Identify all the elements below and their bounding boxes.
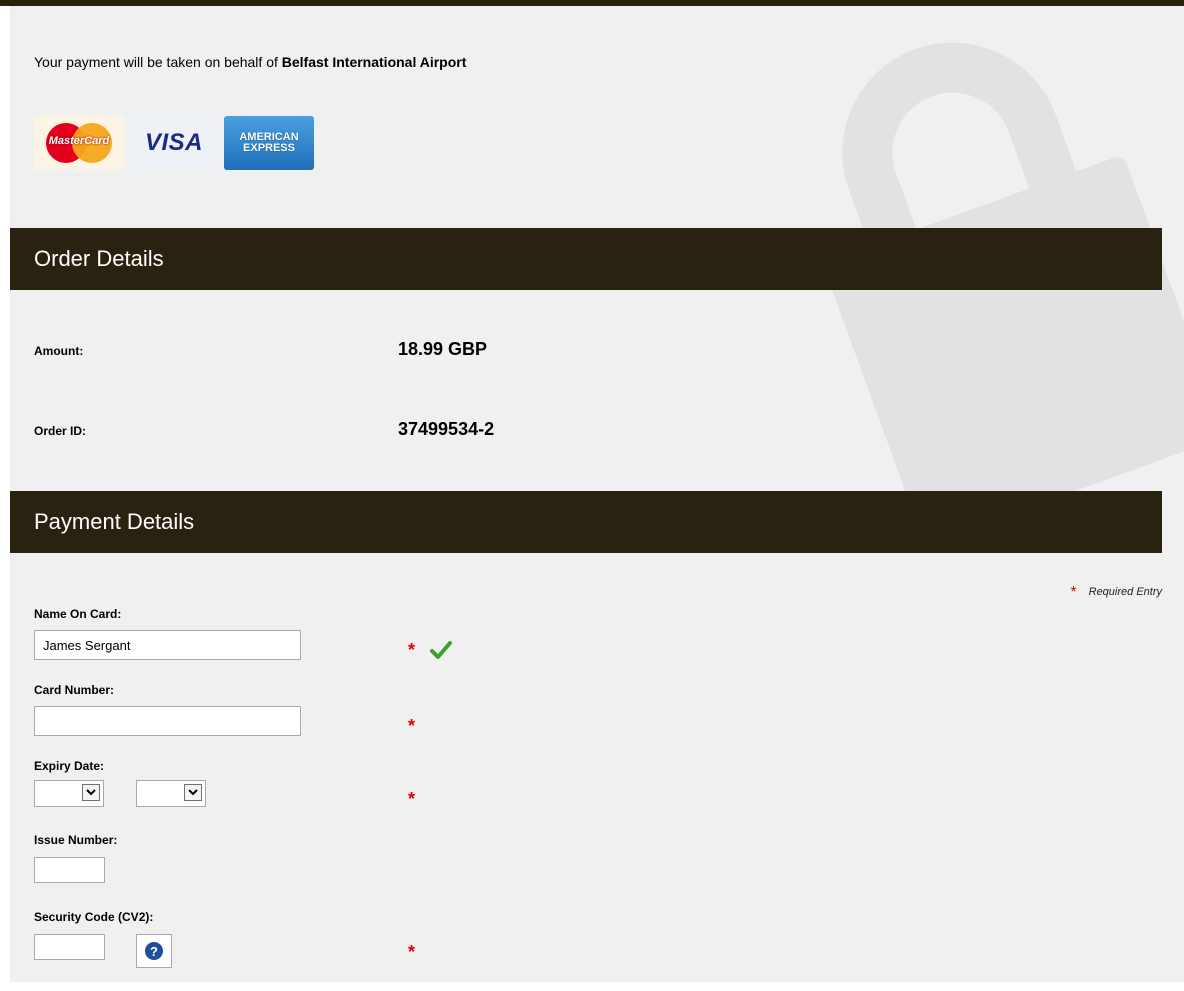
- question-icon: ?: [145, 942, 163, 960]
- chevron-down-icon[interactable]: [184, 784, 202, 801]
- payment-panel: Your payment will be taken on behalf of …: [10, 6, 1184, 982]
- security-code-required-star: *: [408, 942, 416, 962]
- security-code-label: Security Code (CV2):: [34, 910, 154, 924]
- check-icon: [430, 641, 452, 659]
- order-id-value: 37499534-2: [398, 419, 495, 439]
- amex-line2: EXPRESS: [243, 142, 295, 154]
- amex-logo: AMERICAN EXPRESS: [224, 116, 314, 170]
- security-code-help-button[interactable]: ?: [136, 934, 172, 968]
- expiry-date-label: Expiry Date:: [34, 759, 105, 773]
- required-star: *: [1070, 584, 1077, 601]
- expiry-required-star: *: [408, 789, 416, 809]
- name-on-card-label: Name On Card:: [34, 607, 122, 621]
- card-number-label: Card Number:: [34, 683, 115, 697]
- expiry-month-select[interactable]: [34, 780, 104, 807]
- issue-number-input[interactable]: [34, 857, 105, 883]
- order-details-heading: Order Details: [10, 228, 1162, 290]
- amount-label: Amount:: [34, 344, 84, 358]
- visa-logo: VISA: [129, 116, 219, 170]
- security-code-input[interactable]: [34, 934, 105, 960]
- chevron-down-icon[interactable]: [82, 784, 100, 801]
- order-id-label: Order ID:: [34, 424, 87, 438]
- card-number-input[interactable]: [34, 706, 301, 736]
- required-entry-note: * Required Entry: [1070, 584, 1162, 602]
- card-number-required-star: *: [408, 716, 416, 736]
- visa-text: VISA: [144, 129, 203, 156]
- required-entry-text: Required Entry: [1088, 586, 1162, 598]
- amount-value: 18.99 GBP: [398, 339, 488, 359]
- mastercard-logo: MasterCard: [34, 116, 124, 170]
- mastercard-text: MasterCard: [48, 135, 110, 147]
- card-logos: MasterCard VISA AMERICAN EXPRESS: [34, 116, 314, 170]
- payment-details-heading: Payment Details: [10, 491, 1162, 553]
- merchant-name: Belfast International Airport: [281, 54, 467, 70]
- intro-text: Your payment will be taken on behalf of: [34, 54, 282, 70]
- name-on-card-input[interactable]: [34, 630, 301, 660]
- expiry-year-select[interactable]: [136, 780, 206, 807]
- merchant-intro: Your payment will be taken on behalf of …: [34, 54, 466, 70]
- issue-number-label: Issue Number:: [34, 833, 118, 847]
- name-required-star: *: [408, 640, 416, 660]
